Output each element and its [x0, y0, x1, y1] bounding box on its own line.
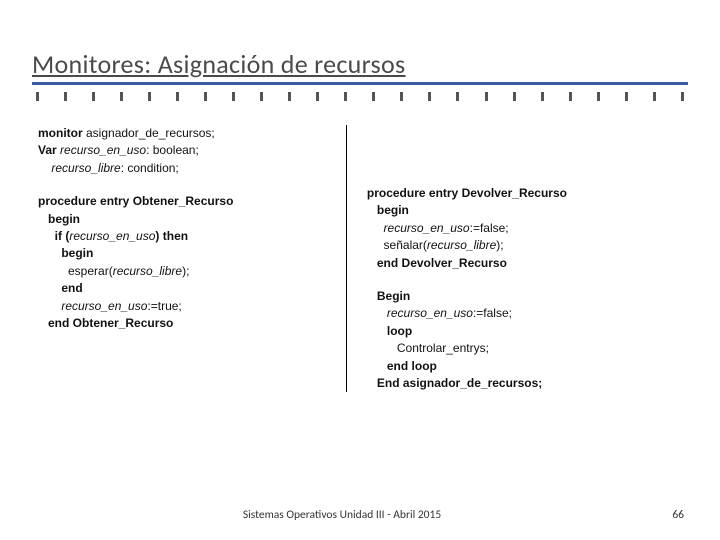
code-right-column: procedure entry Devolver_Recurso begin r… [347, 125, 688, 392]
slide: Monitores: Asignación de recursos monito… [0, 0, 720, 540]
code-block-left: monitor asignador_de_recursos; Var recur… [38, 125, 328, 177]
code-block-obtener: procedure entry Obtener_Recurso begin if… [38, 193, 328, 332]
code-block-devolver: procedure entry Devolver_Recurso begin r… [367, 185, 688, 272]
dash-separator [32, 91, 688, 101]
code-content: monitor asignador_de_recursos; Var recur… [32, 125, 688, 392]
code-block-main: Begin recurso_en_uso:=false; loop Contro… [367, 288, 688, 392]
footer-center-text: Sistemas Operativos Unidad III - Abril 2… [40, 508, 644, 522]
slide-footer: Sistemas Operativos Unidad III - Abril 2… [0, 508, 720, 522]
title-underline: Monitores: Asignación de recursos [32, 48, 688, 85]
page-number: 66 [644, 508, 684, 522]
code-left-column: monitor asignador_de_recursos; Var recur… [32, 125, 347, 392]
slide-title: Monitores: Asignación de recursos [32, 48, 688, 80]
